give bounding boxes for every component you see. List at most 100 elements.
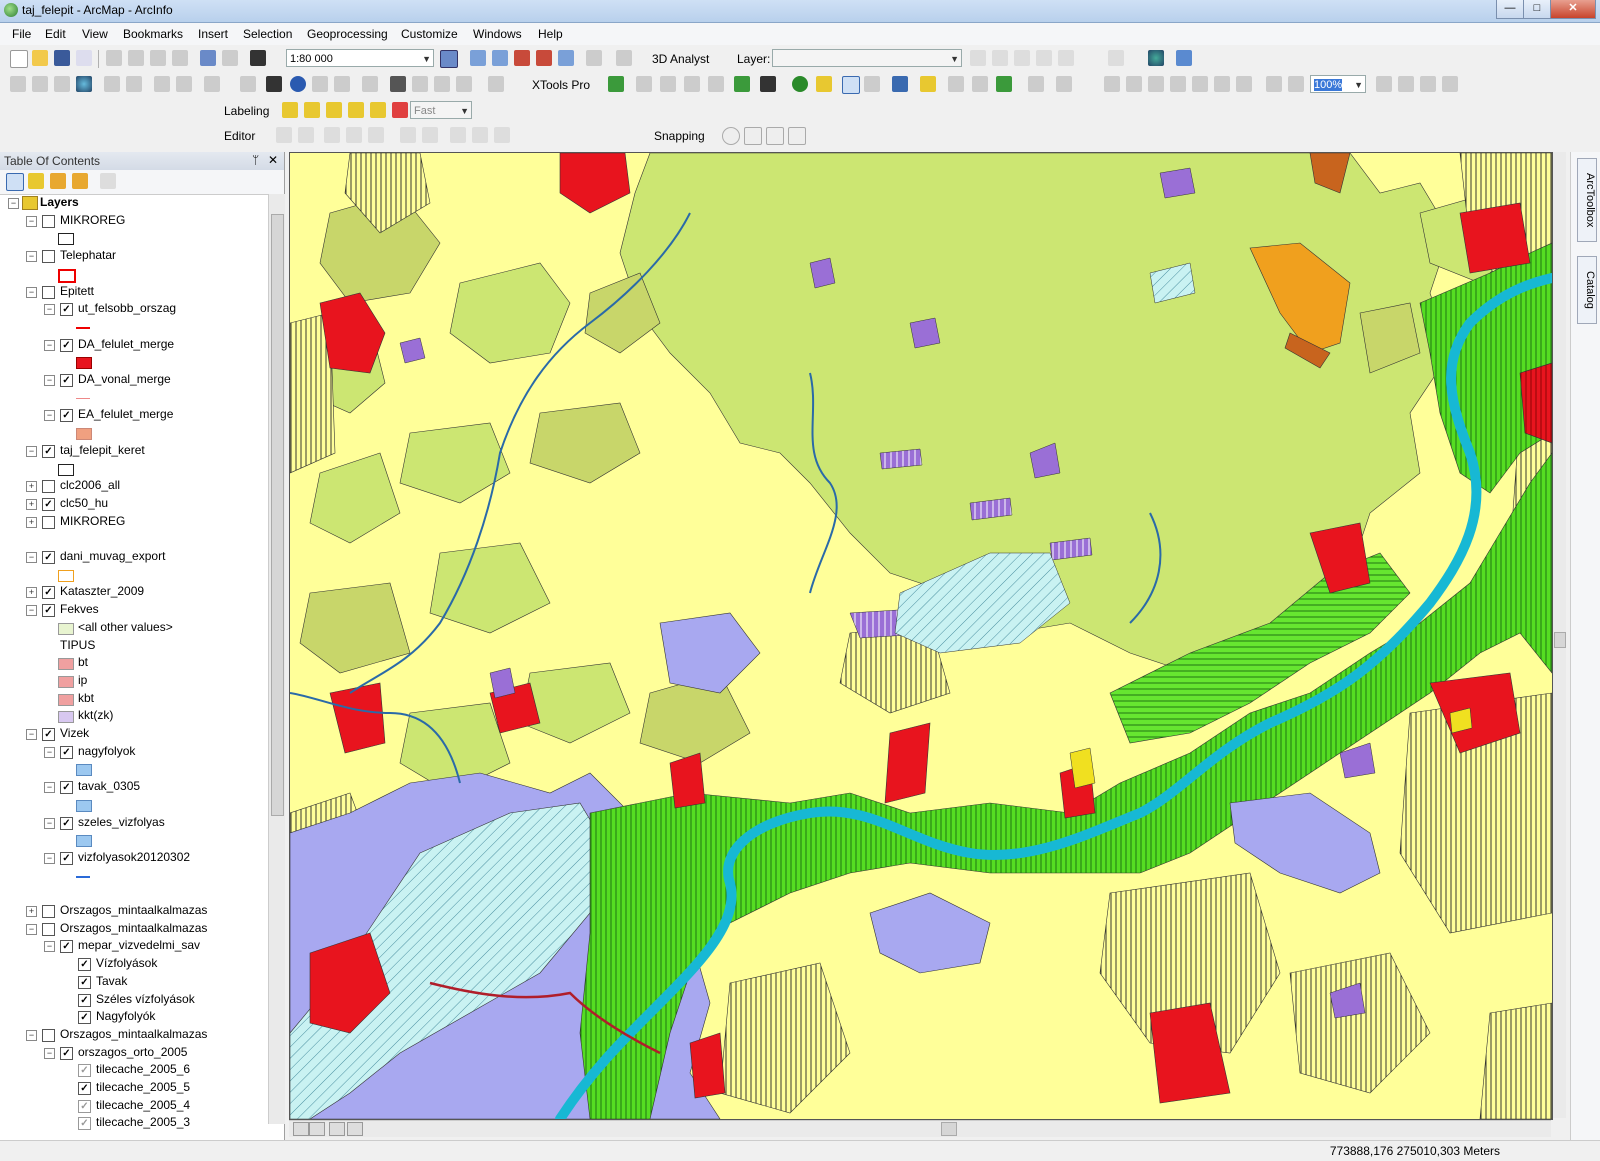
trace-icon[interactable] <box>368 127 384 143</box>
rotate-tool-icon[interactable] <box>422 127 438 143</box>
toc-layer-row[interactable]: − ✓ Vizek <box>0 725 268 743</box>
model-builder-icon[interactable] <box>586 50 602 66</box>
focus-data-frame-icon[interactable] <box>1398 76 1414 92</box>
collapse-icon[interactable]: − <box>26 729 37 740</box>
catalog-tab[interactable]: Catalog <box>1577 256 1597 324</box>
refresh-icon[interactable] <box>329 1122 345 1136</box>
toc-legend-symbol-row[interactable] <box>0 318 268 336</box>
collapse-icon[interactable]: − <box>26 552 37 563</box>
expand-icon[interactable]: + <box>26 906 37 917</box>
layer-visibility-checkbox[interactable]: ✓ <box>60 745 73 759</box>
change-layout-icon[interactable] <box>1420 76 1436 92</box>
import-icon[interactable] <box>1056 76 1072 92</box>
zoom-out-icon[interactable] <box>32 76 48 92</box>
point-icon[interactable] <box>1014 50 1030 66</box>
toc-layer-row[interactable]: − Epitett <box>0 283 268 301</box>
menu-help[interactable]: Help <box>538 27 563 41</box>
toc-layer-row[interactable]: − ✓ Fekves <box>0 601 268 619</box>
close-button[interactable]: ✕ <box>1550 0 1596 19</box>
collapse-icon[interactable]: − <box>44 746 55 758</box>
merge-icon[interactable] <box>972 76 988 92</box>
list-by-drawing-order-icon[interactable] <box>6 173 24 191</box>
close-icon[interactable]: ✕ <box>268 153 278 167</box>
toc-layer-row[interactable]: ip <box>0 672 268 690</box>
toc-layer-row[interactable]: ✓ tilecache_2005_4 <box>0 1097 268 1115</box>
clear-selection-icon[interactable] <box>240 76 256 92</box>
table-of-contents-icon[interactable] <box>470 50 486 66</box>
layer-visibility-checkbox[interactable]: ✓ <box>60 781 73 795</box>
toc-layer-row[interactable]: kbt <box>0 690 268 708</box>
catalog-window-icon[interactable] <box>492 50 508 66</box>
interpolate-line-icon[interactable] <box>970 50 986 66</box>
map-scale-combo[interactable]: 1:80 000 ▼ <box>286 49 434 67</box>
minimize-button[interactable]: — <box>1496 0 1524 19</box>
layout-zoom-in-icon[interactable] <box>1104 76 1120 92</box>
layer-visibility-checkbox[interactable]: ✓ <box>60 374 73 387</box>
copy-icon[interactable] <box>128 50 144 66</box>
pause-labeling-icon[interactable] <box>370 102 386 118</box>
layout-view-icon[interactable] <box>293 1122 309 1136</box>
data-view-icon[interactable] <box>309 1122 325 1136</box>
toc-legend-symbol-row[interactable] <box>0 265 268 283</box>
layer-visibility-checkbox[interactable] <box>42 250 55 264</box>
collapse-icon[interactable]: − <box>44 375 55 386</box>
layout-pan-icon[interactable] <box>1148 76 1164 92</box>
menu-bookmarks[interactable]: Bookmarks <box>123 27 183 41</box>
layout-zoom-out-icon[interactable] <box>1126 76 1142 92</box>
toc-scroll-thumb[interactable] <box>271 214 284 816</box>
add-data-icon[interactable] <box>250 50 266 66</box>
expand-icon[interactable]: + <box>26 481 37 493</box>
toc-layer-row[interactable]: − Telephatar <box>0 247 268 265</box>
toc-options-icon[interactable] <box>100 173 116 189</box>
collapse-icon[interactable]: − <box>44 782 55 794</box>
zoom-in-icon[interactable] <box>10 76 26 92</box>
edit-shape-icon[interactable] <box>660 76 676 92</box>
python-window-icon[interactable] <box>558 50 574 66</box>
layer-visibility-checkbox[interactable]: ✓ <box>78 1117 91 1131</box>
toc-layer-row[interactable]: − ✓ szeles_vizfolyas <box>0 814 268 832</box>
layer-visibility-checkbox[interactable]: ✓ <box>78 958 91 972</box>
layer-visibility-checkbox[interactable]: ✓ <box>78 1099 91 1113</box>
fixed-zoom-in-layout-icon[interactable] <box>1214 76 1230 92</box>
toc-legend-symbol-row[interactable] <box>0 353 268 371</box>
layer-visibility-checkbox[interactable]: ✓ <box>78 1082 91 1095</box>
layer-visibility-checkbox[interactable]: ✓ <box>60 940 73 954</box>
layer-visibility-checkbox[interactable]: ✓ <box>60 338 73 352</box>
pan-icon[interactable] <box>54 76 70 92</box>
create-graph-icon[interactable] <box>1108 50 1124 66</box>
menu-file[interactable]: File <box>12 27 31 41</box>
layer-combo[interactable]: ▼ <box>772 49 962 67</box>
toc-layer-row[interactable]: − ✓ tavak_0305 <box>0 778 268 796</box>
maximize-button[interactable]: □ <box>1523 0 1551 19</box>
menu-selection[interactable]: Selection <box>243 27 292 41</box>
unplaced-labels-icon[interactable] <box>392 102 408 118</box>
map-vertical-scrollbar[interactable] <box>1553 152 1566 1118</box>
toc-layer-row[interactable]: + ✓ Kataszter_2009 <box>0 583 268 601</box>
toc-legend-symbol-row[interactable] <box>0 831 268 849</box>
cut-icon[interactable] <box>106 50 122 66</box>
layer-visibility-checkbox[interactable] <box>42 480 55 494</box>
undo-icon[interactable] <box>200 50 216 66</box>
online-basemap-icon[interactable] <box>1176 50 1192 66</box>
attributes-icon[interactable] <box>450 127 466 143</box>
toc-layer-row[interactable]: ✓ Nagyfolyók <box>0 1008 268 1026</box>
zoom-100-icon[interactable] <box>1192 76 1208 92</box>
edit-annotation-icon[interactable] <box>298 127 314 143</box>
end-point-arc-icon[interactable] <box>346 127 362 143</box>
overlay-icon[interactable] <box>996 76 1012 92</box>
layer-visibility-checkbox[interactable] <box>42 905 55 918</box>
labeling-quality-combo[interactable]: Fast ▼ <box>410 101 472 119</box>
collapse-icon[interactable]: − <box>44 339 55 351</box>
toc-layer-row[interactable]: − ✓ dani_muvag_export <box>0 548 268 566</box>
measure-icon[interactable] <box>362 76 378 92</box>
attribute-icon[interactable] <box>948 76 964 92</box>
print-icon[interactable] <box>76 50 92 66</box>
map-horizontal-scrollbar[interactable] <box>289 1120 1551 1137</box>
collapse-icon[interactable]: − <box>26 286 37 298</box>
data-driven-pages-icon[interactable] <box>1442 76 1458 92</box>
layer-visibility-checkbox[interactable]: ✓ <box>42 728 55 741</box>
toc-layer-row[interactable]: − ✓ vizfolyasok20120302 <box>0 849 268 867</box>
open-folder-icon[interactable] <box>32 50 48 66</box>
toc-scrollbar[interactable] <box>268 194 285 1124</box>
collapse-icon[interactable]: − <box>26 445 37 457</box>
